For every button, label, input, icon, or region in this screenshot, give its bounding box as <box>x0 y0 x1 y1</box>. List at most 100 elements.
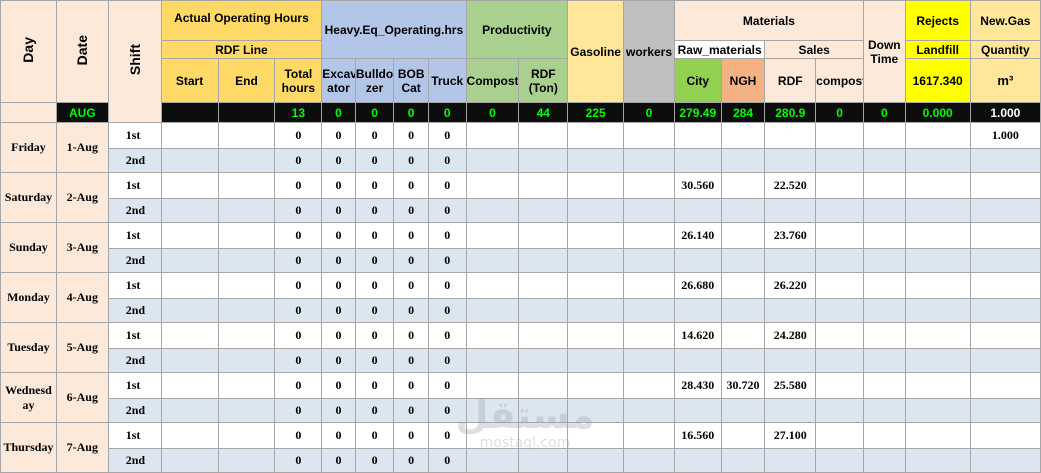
bulldozer-cell[interactable]: 0 <box>354 298 395 323</box>
end-cell[interactable] <box>217 398 276 423</box>
total-compost-sales-cell[interactable]: 0 <box>815 102 864 123</box>
bulldozer-cell[interactable]: 0 <box>354 348 395 373</box>
workers-cell[interactable] <box>623 372 675 399</box>
new-gas-cell[interactable] <box>969 172 1041 199</box>
compost-cell[interactable] <box>465 448 520 473</box>
start-cell[interactable] <box>160 122 219 149</box>
day-cell[interactable]: Friday <box>0 122 57 173</box>
landfill-cell[interactable] <box>904 372 971 399</box>
start-cell[interactable] <box>160 298 219 323</box>
workers-cell[interactable] <box>623 172 675 199</box>
new-gas-cell[interactable] <box>969 322 1041 349</box>
total-city-cell[interactable]: 279.49 <box>673 102 722 123</box>
gasoline-cell[interactable] <box>567 148 625 173</box>
compost-sales-cell[interactable] <box>815 198 864 223</box>
compost-sales-cell[interactable] <box>815 148 864 173</box>
city-cell[interactable] <box>673 448 722 473</box>
bobcat-cell[interactable]: 0 <box>393 122 429 149</box>
start-cell[interactable] <box>160 248 219 273</box>
truck-cell[interactable]: 0 <box>427 198 467 223</box>
rdf-sales-cell[interactable] <box>764 122 817 149</box>
rdf-sales-cell[interactable]: 24.280 <box>764 322 817 349</box>
excavator-cell[interactable]: 0 <box>321 272 356 299</box>
truck-cell[interactable]: 0 <box>427 148 467 173</box>
compost-sales-cell[interactable] <box>815 298 864 323</box>
rdf-ton-cell[interactable] <box>518 398 569 423</box>
compost-cell[interactable] <box>465 398 520 423</box>
workers-cell[interactable] <box>623 398 675 423</box>
down-time-cell[interactable] <box>862 398 906 423</box>
bobcat-cell[interactable]: 0 <box>393 448 429 473</box>
bulldozer-cell[interactable]: 0 <box>354 398 395 423</box>
compost-sales-cell[interactable] <box>815 122 864 149</box>
total-hours-cell[interactable]: 0 <box>274 248 323 273</box>
gasoline-cell[interactable] <box>567 322 625 349</box>
compost-sales-cell[interactable] <box>815 272 864 299</box>
truck-cell[interactable]: 0 <box>427 322 467 349</box>
compost-sales-cell[interactable] <box>815 422 864 449</box>
bulldozer-cell[interactable]: 0 <box>354 172 395 199</box>
compost-cell[interactable] <box>465 322 520 349</box>
rdf-ton-cell[interactable] <box>518 298 569 323</box>
total-hours-cell[interactable]: 0 <box>274 148 323 173</box>
start-cell[interactable] <box>160 322 219 349</box>
truck-cell[interactable]: 0 <box>427 298 467 323</box>
excavator-cell[interactable]: 0 <box>321 198 356 223</box>
compost-sales-cell[interactable] <box>815 322 864 349</box>
down-time-cell[interactable] <box>862 448 906 473</box>
city-cell[interactable] <box>673 248 722 273</box>
truck-cell[interactable]: 0 <box>427 248 467 273</box>
rdf-ton-cell[interactable] <box>518 198 569 223</box>
new-gas-cell[interactable] <box>969 372 1041 399</box>
landfill-cell[interactable] <box>904 272 971 299</box>
down-time-cell[interactable] <box>862 198 906 223</box>
bobcat-cell[interactable]: 0 <box>393 422 429 449</box>
start-cell[interactable] <box>160 398 219 423</box>
start-cell[interactable] <box>160 198 219 223</box>
rdf-sales-cell[interactable]: 22.520 <box>764 172 817 199</box>
ngh-cell[interactable] <box>720 198 766 223</box>
gasoline-cell[interactable] <box>567 248 625 273</box>
total-bulldozer-cell[interactable]: 0 <box>354 102 395 123</box>
bulldozer-cell[interactable]: 0 <box>354 322 395 349</box>
day-cell[interactable]: Tuesday <box>0 322 57 373</box>
ngh-cell[interactable] <box>720 298 766 323</box>
excavator-cell[interactable]: 0 <box>321 122 356 149</box>
day-cell[interactable]: Monday <box>0 272 57 323</box>
date-cell[interactable]: 2-Aug <box>55 172 109 223</box>
excavator-cell[interactable]: 0 <box>321 372 356 399</box>
rdf-ton-cell[interactable] <box>518 248 569 273</box>
truck-cell[interactable]: 0 <box>427 172 467 199</box>
down-time-cell[interactable] <box>862 348 906 373</box>
compost-sales-cell[interactable] <box>815 372 864 399</box>
rdf-ton-cell[interactable] <box>518 148 569 173</box>
rdf-sales-cell[interactable] <box>764 198 817 223</box>
new-gas-cell[interactable] <box>969 198 1041 223</box>
ngh-cell[interactable] <box>720 248 766 273</box>
compost-cell[interactable] <box>465 172 520 199</box>
bulldozer-cell[interactable]: 0 <box>354 272 395 299</box>
total-truck-cell[interactable]: 0 <box>427 102 467 123</box>
bobcat-cell[interactable]: 0 <box>393 322 429 349</box>
total-landfill-cell[interactable]: 0.000 <box>904 102 971 123</box>
day-cell[interactable]: Thursday <box>0 422 57 473</box>
compost-sales-cell[interactable] <box>815 348 864 373</box>
end-cell[interactable] <box>217 422 276 449</box>
shift-cell[interactable]: 1st <box>107 322 162 349</box>
excavator-cell[interactable]: 0 <box>321 398 356 423</box>
landfill-cell[interactable] <box>904 298 971 323</box>
workers-cell[interactable] <box>623 272 675 299</box>
day-cell[interactable]: Sunday <box>0 222 57 273</box>
bobcat-cell[interactable]: 0 <box>393 172 429 199</box>
rdf-ton-cell[interactable] <box>518 272 569 299</box>
date-cell[interactable]: 5-Aug <box>55 322 109 373</box>
rdf-sales-cell[interactable]: 25.580 <box>764 372 817 399</box>
shift-cell[interactable]: 2nd <box>107 248 162 273</box>
bobcat-cell[interactable]: 0 <box>393 148 429 173</box>
bulldozer-cell[interactable]: 0 <box>354 122 395 149</box>
shift-cell[interactable]: 1st <box>107 122 162 149</box>
rdf-ton-cell[interactable] <box>518 448 569 473</box>
gasoline-cell[interactable] <box>567 198 625 223</box>
compost-cell[interactable] <box>465 198 520 223</box>
truck-cell[interactable]: 0 <box>427 348 467 373</box>
